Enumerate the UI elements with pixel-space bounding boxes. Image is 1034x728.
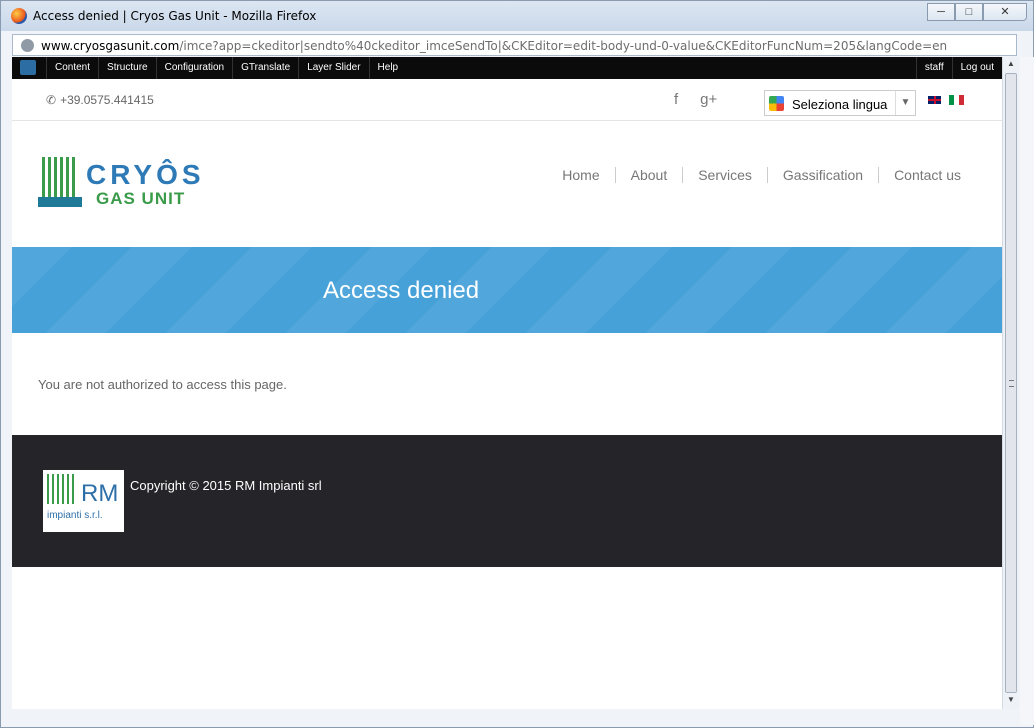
window-title: Access denied | Cryos Gas Unit - Mozilla… <box>33 9 317 23</box>
language-select[interactable]: Seleziona lingua ▼ <box>764 90 916 116</box>
admin-menu-layer-slider[interactable]: Layer Slider <box>298 57 368 79</box>
copyright-text: Copyright © 2015 RM Impianti srl <box>130 478 322 493</box>
scroll-up-icon[interactable]: ▲ <box>1006 59 1016 71</box>
nav-gassification[interactable]: Gassification <box>766 167 878 183</box>
scrollbar-thumb[interactable] <box>1005 73 1017 693</box>
logo-mark-icon <box>38 157 82 207</box>
admin-toolbar: Content Structure Configuration GTransla… <box>12 57 1002 79</box>
nav-contact-us[interactable]: Contact us <box>878 167 976 183</box>
main-nav: Home About Services Gassification Contac… <box>547 167 976 183</box>
nav-about[interactable]: About <box>614 167 683 183</box>
background-window-strip <box>1020 57 1034 725</box>
italy-flag-icon[interactable] <box>949 95 964 105</box>
access-denied-message: You are not authorized to access this pa… <box>38 377 287 392</box>
scroll-down-icon[interactable]: ▼ <box>1006 695 1016 707</box>
admin-logout-link[interactable]: Log out <box>951 57 1002 79</box>
page-content: You are not authorized to access this pa… <box>12 333 1002 435</box>
facebook-icon[interactable]: f <box>674 91 678 108</box>
nav-services[interactable]: Services <box>682 167 767 183</box>
admin-menu-gtranslate[interactable]: GTranslate <box>232 57 298 79</box>
firefox-icon <box>11 8 27 24</box>
admin-user-link[interactable]: staff <box>915 57 952 79</box>
page-banner: Access denied <box>12 247 1002 333</box>
page-title: Access denied <box>323 277 480 304</box>
uk-flag-icon[interactable] <box>927 95 942 105</box>
nav-home[interactable]: Home <box>547 167 614 183</box>
url-domain: www.cryosgasunit.com <box>41 39 180 53</box>
minimize-button[interactable]: ─ <box>927 3 955 21</box>
site-logo[interactable]: CRYÔS GAS UNIT <box>38 157 228 213</box>
admin-home-icon[interactable] <box>20 60 36 75</box>
site-footer: RM impianti s.r.l. Copyright © 2015 RM I… <box>12 435 1002 567</box>
url-path: /imce?app=ckeditor|sendto%40ckeditor_imc… <box>179 39 948 53</box>
site-header: CRYÔS GAS UNIT Home About Services Gassi… <box>12 121 1002 247</box>
chevron-down-icon: ▼ <box>895 91 915 115</box>
admin-menu-structure[interactable]: Structure <box>98 57 156 79</box>
admin-menu-content[interactable]: Content <box>46 57 98 79</box>
close-button[interactable]: ✕ <box>983 3 1027 21</box>
maximize-button[interactable]: □ <box>955 3 983 21</box>
google-plus-icon[interactable]: g+ <box>700 91 717 108</box>
phone-icon: ✆ <box>46 93 57 107</box>
browser-window: Access denied | Cryos Gas Unit - Mozilla… <box>0 0 1034 728</box>
site-topbar: ✆ +39.0575.441415 f g+ Seleziona lingua ▼ <box>12 79 1002 121</box>
rm-impianti-logo: RM impianti s.r.l. <box>43 470 124 532</box>
admin-menu-help[interactable]: Help <box>368 57 407 79</box>
admin-menu-configuration[interactable]: Configuration <box>155 57 232 79</box>
globe-icon <box>21 39 34 52</box>
page-viewport: Content Structure Configuration GTransla… <box>12 57 1002 709</box>
window-titlebar[interactable]: Access denied | Cryos Gas Unit - Mozilla… <box>1 1 1033 31</box>
url-bar[interactable]: www.cryosgasunit.com/imce?app=ckeditor|s… <box>12 34 1017 56</box>
vertical-scrollbar[interactable]: ▲ ▼ <box>1002 57 1019 709</box>
phone-number: ✆ +39.0575.441415 <box>46 93 154 107</box>
google-icon <box>769 96 784 111</box>
